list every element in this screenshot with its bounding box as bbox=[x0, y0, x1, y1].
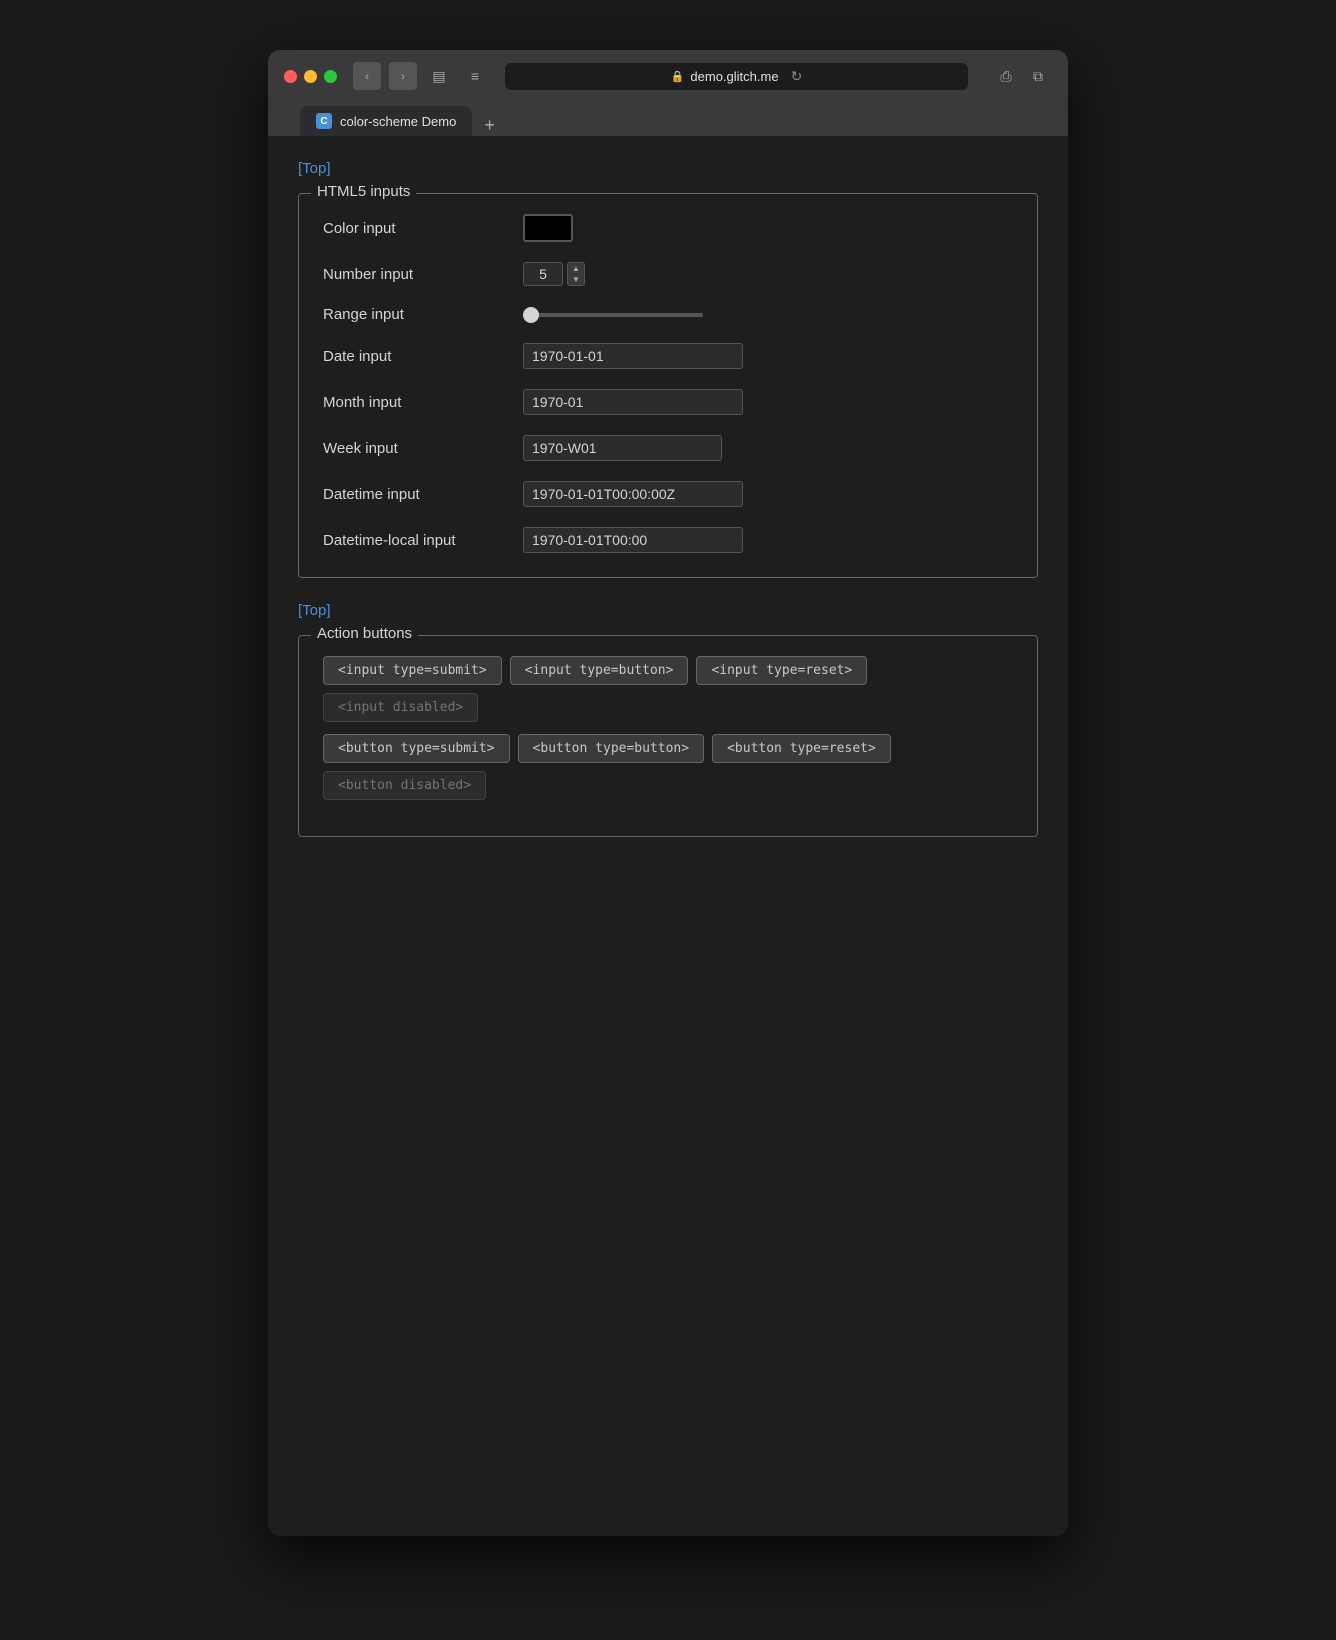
html5-section-legend: HTML5 inputs bbox=[311, 183, 416, 200]
sidebar-button[interactable]: ▤ bbox=[425, 62, 453, 90]
browser-action-buttons: ⎙ ⧉ bbox=[992, 62, 1052, 90]
button-submit-button[interactable]: <button type=submit> bbox=[323, 734, 510, 763]
number-spinner: ▲ ▼ bbox=[567, 262, 585, 286]
month-input[interactable] bbox=[523, 389, 743, 415]
lock-icon: 🔒 bbox=[671, 70, 685, 83]
page-content: [Top] HTML5 inputs Color input Number in… bbox=[268, 136, 1068, 1536]
windows-button[interactable]: ⧉ bbox=[1024, 62, 1052, 90]
date-input-label: Date input bbox=[323, 348, 523, 365]
week-input-label: Week input bbox=[323, 440, 523, 457]
datetime-input-row: Datetime input bbox=[323, 481, 1013, 507]
number-input-row: Number input ▲ ▼ bbox=[323, 262, 1013, 286]
menu-button[interactable]: ≡ bbox=[461, 62, 489, 90]
spinner-up-button[interactable]: ▲ bbox=[568, 263, 584, 274]
datetime-local-input-row: Datetime-local input bbox=[323, 527, 1013, 553]
new-tab-button[interactable]: + bbox=[476, 115, 503, 136]
top-link-1[interactable]: [Top] bbox=[298, 160, 1038, 177]
datetime-input-label: Datetime input bbox=[323, 486, 523, 503]
date-input[interactable] bbox=[523, 343, 743, 369]
button-button-button[interactable]: <button type=button> bbox=[518, 734, 705, 763]
week-input[interactable] bbox=[523, 435, 722, 461]
url-text: demo.glitch.me bbox=[690, 69, 778, 84]
color-input-row: Color input bbox=[323, 214, 1013, 242]
input-buttons-group: <input type=submit> <input type=button> … bbox=[323, 656, 1013, 722]
tab-favicon: C bbox=[316, 113, 332, 129]
input-reset-button[interactable]: <input type=reset> bbox=[696, 656, 867, 685]
button-elements-group: <button type=submit> <button type=button… bbox=[323, 734, 1013, 800]
input-button-button[interactable]: <input type=button> bbox=[510, 656, 689, 685]
number-input-label: Number input bbox=[323, 266, 523, 283]
html5-inputs-section: HTML5 inputs Color input Number input ▲ … bbox=[298, 193, 1038, 578]
action-section-legend: Action buttons bbox=[311, 625, 418, 642]
button-reset-button[interactable]: <button type=reset> bbox=[712, 734, 891, 763]
number-input[interactable] bbox=[523, 262, 563, 286]
month-input-row: Month input bbox=[323, 389, 1013, 415]
spinner-down-button[interactable]: ▼ bbox=[568, 274, 584, 285]
title-bar-controls: ‹ › ▤ ≡ 🔒 demo.glitch.me ↻ ⎙ ⧉ bbox=[284, 62, 1052, 90]
close-button[interactable] bbox=[284, 70, 297, 83]
share-button[interactable]: ⎙ bbox=[992, 62, 1020, 90]
top-link-2[interactable]: [Top] bbox=[298, 602, 1038, 619]
minimize-button[interactable] bbox=[304, 70, 317, 83]
datetime-input[interactable] bbox=[523, 481, 743, 507]
range-input-label: Range input bbox=[323, 306, 523, 323]
datetime-local-input[interactable] bbox=[523, 527, 743, 553]
datetime-local-input-label: Datetime-local input bbox=[323, 532, 523, 549]
tab-title: color-scheme Demo bbox=[340, 114, 456, 129]
tab-bar: C color-scheme Demo + bbox=[284, 106, 1052, 136]
range-input-row: Range input bbox=[323, 306, 1013, 323]
color-input[interactable] bbox=[523, 214, 573, 242]
back-button[interactable]: ‹ bbox=[353, 62, 381, 90]
color-input-label: Color input bbox=[323, 220, 523, 237]
forward-button[interactable]: › bbox=[389, 62, 417, 90]
traffic-lights bbox=[284, 70, 337, 83]
date-input-row: Date input bbox=[323, 343, 1013, 369]
maximize-button[interactable] bbox=[324, 70, 337, 83]
reload-button[interactable]: ↻ bbox=[791, 68, 803, 85]
active-tab[interactable]: C color-scheme Demo bbox=[300, 106, 472, 136]
browser-window: ‹ › ▤ ≡ 🔒 demo.glitch.me ↻ ⎙ ⧉ C color-s… bbox=[268, 50, 1068, 1536]
range-input[interactable] bbox=[523, 313, 703, 317]
title-bar: ‹ › ▤ ≡ 🔒 demo.glitch.me ↻ ⎙ ⧉ C color-s… bbox=[268, 50, 1068, 136]
month-input-label: Month input bbox=[323, 394, 523, 411]
number-input-container: ▲ ▼ bbox=[523, 262, 585, 286]
action-buttons-section: Action buttons <input type=submit> <inpu… bbox=[298, 635, 1038, 837]
input-disabled-button: <input disabled> bbox=[323, 693, 478, 722]
button-disabled-button: <button disabled> bbox=[323, 771, 486, 800]
week-input-row: Week input bbox=[323, 435, 1013, 461]
input-submit-button[interactable]: <input type=submit> bbox=[323, 656, 502, 685]
address-bar[interactable]: 🔒 demo.glitch.me ↻ bbox=[505, 63, 968, 90]
